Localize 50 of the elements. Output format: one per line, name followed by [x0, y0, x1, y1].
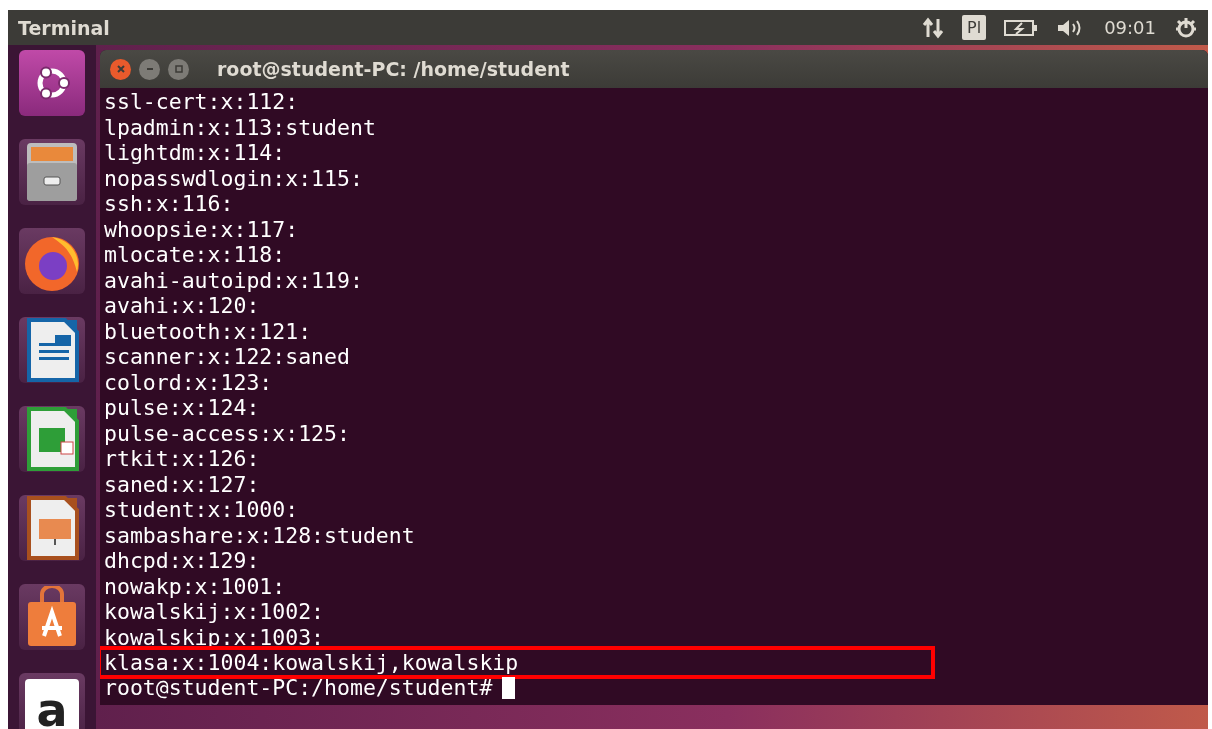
- terminal-line: lpadmin:x:113:student: [104, 114, 376, 140]
- terminal-line: pulse-access:x:125:: [104, 420, 350, 446]
- battery-icon[interactable]: [1004, 18, 1039, 37]
- presentation-icon: [25, 495, 79, 561]
- launcher-item[interactable]: [19, 406, 85, 472]
- terminal-line: sambashare:x:128:student: [104, 522, 415, 548]
- launcher-item[interactable]: [19, 228, 85, 294]
- maximize-icon: [174, 65, 183, 73]
- terminal-line: colord:x:123:: [104, 369, 273, 395]
- launcher-item[interactable]: [19, 317, 85, 383]
- network-arrows-icon[interactable]: [922, 16, 945, 39]
- terminal-line: rtkit:x:126:: [104, 446, 260, 472]
- settings-icon[interactable]: [1174, 15, 1198, 40]
- close-button[interactable]: [110, 58, 131, 80]
- text-cursor: [502, 676, 516, 699]
- minimize-icon: [145, 65, 154, 73]
- launcher-item[interactable]: [19, 139, 85, 205]
- window-title: root@student-PC: /home/student: [217, 58, 570, 80]
- terminal-line: ssl-cert:x:112:: [104, 89, 299, 115]
- terminal-line: avahi:x:120:: [104, 293, 260, 319]
- terminal-line: nowakp:x:1001:: [104, 573, 286, 599]
- launcher-item[interactable]: [19, 50, 85, 116]
- amazon-icon: a: [25, 679, 79, 729]
- clock[interactable]: 09:01: [1104, 17, 1156, 38]
- spreadsheet-icon: [25, 406, 79, 472]
- minimize-button[interactable]: [139, 58, 160, 80]
- launcher-item[interactable]: [19, 584, 85, 650]
- terminal-line: lightdm:x:114:: [104, 140, 286, 166]
- terminal-line: bluetooth:x:121:: [104, 318, 312, 344]
- launcher-item[interactable]: a: [19, 673, 85, 729]
- keyboard-layout-indicator[interactable]: Pl: [962, 15, 987, 40]
- terminal-line: scanner:x:122:saned: [104, 344, 350, 370]
- app-title: Terminal: [18, 16, 111, 39]
- terminal-line: whoopsie:x:117:: [104, 216, 299, 242]
- launcher-item[interactable]: [19, 495, 85, 561]
- terminal-line: kowalskip:x:1003:: [104, 624, 325, 650]
- shell-prompt: root@student-PC:/home/student#: [104, 675, 493, 701]
- terminal-line: nopasswdlogin:x:115:: [104, 165, 363, 191]
- terminal-line: saned:x:127:: [104, 471, 260, 497]
- terminal-line: dhcpd:x:129:: [104, 548, 260, 574]
- terminal-line: pulse:x:124:: [104, 395, 260, 421]
- terminal-line: student:x:1000:: [104, 497, 299, 523]
- document-icon: [25, 317, 79, 383]
- maximize-button[interactable]: [168, 58, 189, 80]
- terminal-line: mlocate:x:118:: [104, 242, 286, 268]
- terminal-line: avahi-autoipd:x:119:: [104, 267, 363, 293]
- close-icon: [116, 65, 125, 73]
- terminal-line: kowalskij:x:1002:: [104, 599, 325, 625]
- terminal-line: ssh:x:116:: [104, 191, 234, 217]
- terminal-line: klasa:x:1004:kowalskij,kowalskip: [104, 650, 519, 675]
